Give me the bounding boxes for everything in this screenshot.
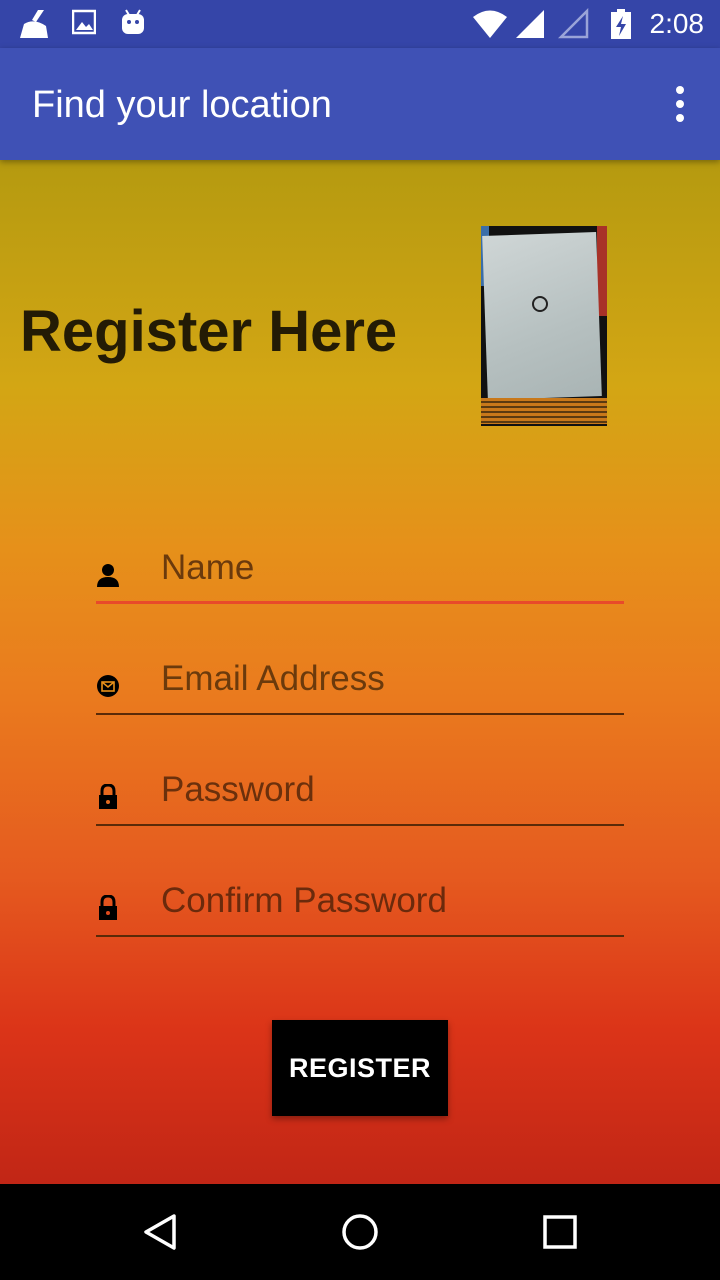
status-time: 2:08 — [649, 8, 705, 39]
gallery-icon — [72, 9, 96, 35]
confirm-password-field[interactable]: Confirm Password — [96, 881, 624, 937]
password-field[interactable]: Password — [96, 770, 624, 826]
name-placeholder: Name — [161, 548, 255, 587]
battery-charging-icon — [611, 9, 631, 39]
app-bar: Find your location — [0, 48, 720, 160]
email-icon — [97, 675, 119, 697]
email-placeholder: Email Address — [161, 659, 385, 698]
back-icon[interactable] — [140, 1212, 180, 1252]
photo-thumbnail[interactable] — [481, 226, 607, 426]
email-field[interactable]: Email Address — [96, 659, 624, 715]
status-bar: 2:08 — [0, 0, 720, 48]
password-placeholder: Password — [161, 770, 315, 809]
home-icon[interactable] — [340, 1212, 380, 1252]
app-title: Find your location — [32, 84, 332, 126]
signal-empty-icon — [558, 8, 589, 39]
android-icon — [122, 9, 144, 34]
signal-icon — [516, 10, 544, 38]
person-icon — [97, 564, 119, 587]
navigation-bar — [0, 1184, 720, 1280]
confirm-password-placeholder: Confirm Password — [161, 881, 447, 920]
lock-icon — [99, 895, 117, 920]
recents-icon[interactable] — [540, 1212, 580, 1252]
overflow-menu-icon[interactable] — [670, 86, 690, 122]
cleaner-icon — [20, 10, 48, 38]
name-field[interactable]: Name — [96, 548, 624, 604]
register-button[interactable]: REGISTER — [272, 1020, 448, 1116]
lock-icon — [99, 784, 117, 809]
page-title: Register Here — [20, 299, 398, 364]
register-form: Register Here Name Email Address Passwor… — [0, 160, 720, 1184]
wifi-icon — [473, 10, 507, 38]
